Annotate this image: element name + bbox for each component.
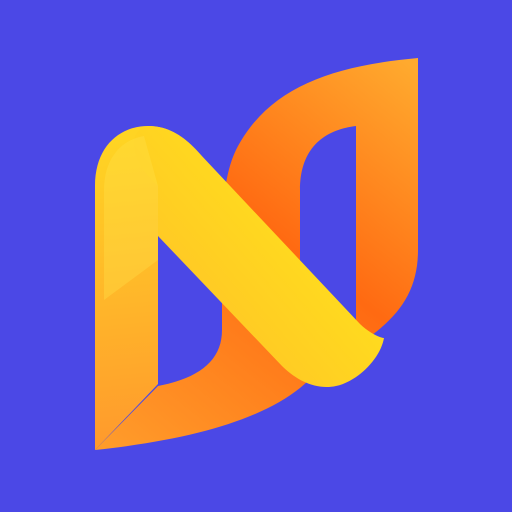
letter-n-logo-icon [95, 58, 418, 450]
app-icon-canvas [0, 0, 512, 512]
